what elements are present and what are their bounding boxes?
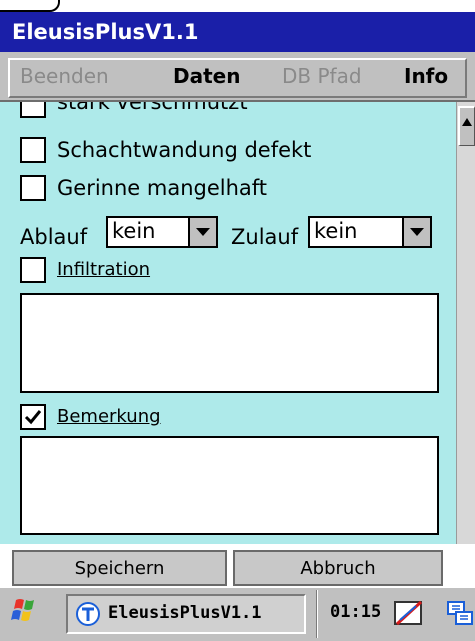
checkbox-gerinne-mangelhaft[interactable] [20, 175, 46, 201]
label-gerinne-mangelhaft: Gerinne mangelhaft [57, 176, 268, 200]
app-icon [76, 602, 100, 626]
background-window-edge [0, 0, 60, 12]
menu-item-info[interactable]: Info [404, 64, 448, 88]
cancel-button[interactable]: Abbruch [233, 550, 443, 586]
checkmark-icon [24, 410, 42, 425]
keyboard-tray-icon[interactable] [392, 598, 428, 630]
chevron-down-icon [410, 228, 424, 236]
checkbox-schachtwandung-defekt[interactable] [20, 137, 46, 163]
infiltration-textarea[interactable] [20, 293, 439, 393]
ablauf-value: kein [112, 219, 156, 243]
ablauf-dropdown-button[interactable] [188, 218, 216, 246]
ablauf-select[interactable]: kein [106, 216, 218, 248]
taskbar-app-label: EleusisPlusV1.1 [108, 603, 262, 623]
bemerkung-link[interactable]: Bemerkung [57, 406, 161, 427]
label-stark-verschmutzt: stark verschmutzt [57, 102, 248, 114]
zulauf-dropdown-button[interactable] [402, 218, 430, 246]
zulauf-select[interactable]: kein [308, 216, 432, 248]
bemerkung-textarea[interactable] [20, 436, 439, 535]
checkbox-infiltration[interactable] [20, 257, 46, 283]
label-schachtwandung-defekt: Schachtwandung defekt [57, 138, 312, 162]
windows-start-icon [11, 599, 34, 621]
window-title: EleusisPlusV1.1 [12, 20, 199, 44]
menu-item-beenden[interactable]: Beenden [20, 64, 109, 88]
checkbox-stark-verschmutzt[interactable] [20, 102, 46, 118]
zulauf-label: Zulauf [231, 225, 299, 249]
menu-item-db-pfad[interactable]: DB Pfad [282, 64, 362, 88]
zulauf-value: kein [314, 219, 358, 243]
tray-separator [316, 590, 318, 638]
checkbox-bemerkung[interactable] [20, 404, 46, 430]
scroll-up-button[interactable] [458, 106, 475, 146]
infiltration-link[interactable]: Infiltration [57, 259, 150, 280]
start-button[interactable] [6, 594, 56, 634]
network-tray-icon[interactable] [444, 598, 475, 630]
ablauf-label: Ablauf [20, 225, 88, 249]
scroll-up-arrow-icon [462, 118, 472, 126]
clock[interactable]: 01:15 [330, 602, 381, 622]
save-button[interactable]: Speichern [12, 550, 227, 586]
scrolled-row-clip: stark verschmutzt [0, 102, 456, 124]
chevron-down-icon [196, 228, 210, 236]
vertical-scrollbar[interactable] [456, 102, 475, 544]
menu-item-daten[interactable]: Daten [173, 64, 240, 88]
